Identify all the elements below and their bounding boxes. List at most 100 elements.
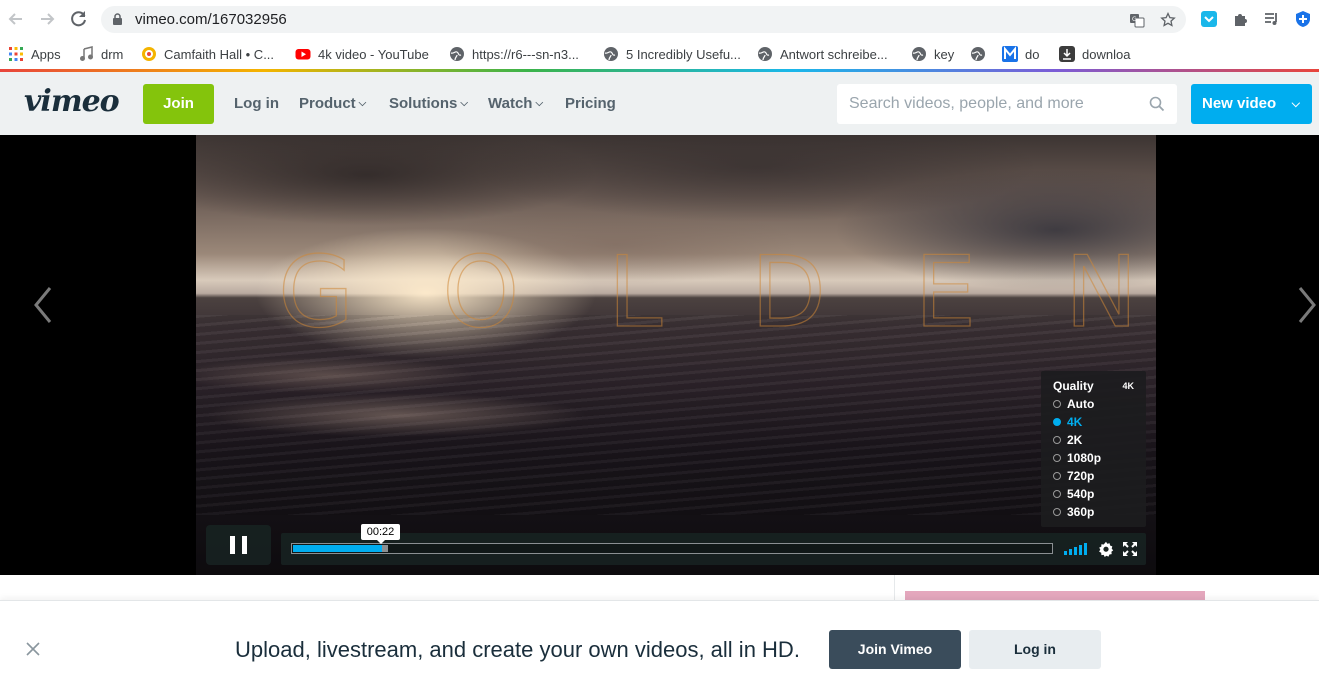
bookmark-camfaith[interactable]: Camfaith Hall • C... xyxy=(141,45,274,63)
banner-login-button[interactable]: Log in xyxy=(969,630,1101,669)
radio-dot xyxy=(1053,436,1061,444)
nav-pricing-link[interactable]: Pricing xyxy=(565,95,616,112)
quality-option-label: 720p xyxy=(1067,469,1095,483)
chevron-down-icon: ⌵ xyxy=(535,98,544,109)
column-divider xyxy=(894,575,895,603)
quality-option-720p[interactable]: 720p xyxy=(1053,468,1094,484)
bookmark-label: https://r6---sn-n3... xyxy=(472,46,579,62)
quality-option-label: 360p xyxy=(1067,505,1095,519)
bookmark-download[interactable]: downloa xyxy=(1059,45,1130,63)
bookmark-antwort[interactable]: Antwort schreibe... xyxy=(757,45,888,63)
nav-label: Solutions xyxy=(389,95,458,112)
progress-played xyxy=(293,545,382,552)
bookmark-youtube[interactable]: 4k video - YouTube xyxy=(295,45,429,63)
close-icon[interactable] xyxy=(25,641,41,657)
extensions-puzzle-icon[interactable] xyxy=(1232,10,1250,28)
forward-arrow-icon[interactable] xyxy=(36,8,58,30)
quality-option-label: 1080p xyxy=(1067,451,1102,465)
settings-gear-icon[interactable] xyxy=(1098,541,1114,557)
next-video-arrow-icon[interactable] xyxy=(1292,280,1319,330)
join-vimeo-button[interactable]: Join Vimeo xyxy=(829,630,961,669)
chevron-down-icon: ⌵ xyxy=(358,98,367,109)
browser-toolbar: vimeo.com/167032956 G xyxy=(0,0,1319,38)
join-button[interactable]: Join xyxy=(143,84,214,124)
nav-watch-menu[interactable]: Watch ⌵ xyxy=(488,95,543,112)
bookmark-label: Camfaith Hall • C... xyxy=(164,46,275,62)
bookmark-do[interactable]: do xyxy=(1002,45,1039,63)
camfaith-logo-icon xyxy=(142,47,156,61)
quality-option-360p[interactable]: 360p xyxy=(1053,504,1094,520)
chevron-down-icon: ⌵ xyxy=(460,98,468,109)
translate-icon[interactable]: G xyxy=(1129,12,1145,28)
m-logo-icon xyxy=(1002,46,1018,62)
bookmark-r6[interactable]: https://r6---sn-n3... xyxy=(449,45,579,63)
bookmark-label: Apps xyxy=(31,46,61,62)
bookmark-label: do xyxy=(1025,46,1040,62)
banner-message: Upload, livestream, and create your own … xyxy=(235,637,800,662)
globe-icon xyxy=(912,47,926,61)
nav-label: Watch xyxy=(488,95,533,112)
quality-option-2k[interactable]: 2K xyxy=(1053,432,1082,448)
title-letter: G xyxy=(277,236,354,350)
bookmark-key[interactable]: key xyxy=(911,45,954,63)
reload-icon[interactable] xyxy=(68,8,90,30)
star-bookmark-icon[interactable] xyxy=(1160,12,1176,28)
globe-icon xyxy=(758,47,772,61)
globe-icon xyxy=(450,47,464,61)
bookmark-unlabeled[interactable] xyxy=(970,45,993,63)
fullscreen-icon[interactable] xyxy=(1122,541,1138,557)
nav-solutions-menu[interactable]: Solutions ⌵ xyxy=(389,95,468,112)
search-input[interactable] xyxy=(837,84,1137,124)
quality-option-label: 4K xyxy=(1067,415,1083,429)
nav-login-link[interactable]: Log in xyxy=(234,95,279,112)
title-overlay: G O L D E N xyxy=(277,236,1139,350)
bookmark-label: drm xyxy=(101,46,124,62)
video-frame[interactable]: G O L D E N xyxy=(196,135,1156,575)
pocket-extension-icon[interactable] xyxy=(1200,10,1218,28)
music-note-icon xyxy=(80,46,93,61)
title-letter: E xyxy=(914,236,977,350)
youtube-icon xyxy=(295,49,311,60)
radio-dot xyxy=(1053,454,1061,462)
quality-option-540p[interactable]: 540p xyxy=(1053,486,1094,502)
vimeo-logo[interactable]: vimeo xyxy=(24,84,120,119)
new-video-button[interactable]: New video ⌵ xyxy=(1191,84,1312,124)
bookmark-label: 5 Incredibly Usefu... xyxy=(626,46,741,62)
bookmark-drm[interactable]: drm xyxy=(78,45,123,63)
quality-option-4k[interactable]: 4K xyxy=(1053,414,1082,430)
control-bar xyxy=(281,533,1146,565)
title-letter: D xyxy=(750,236,827,350)
nav-product-menu[interactable]: Product ⌵ xyxy=(299,95,366,112)
new-video-label: New video xyxy=(1202,95,1277,112)
bookmark-apps[interactable]: Apps xyxy=(8,45,61,63)
bookmark-label: key xyxy=(934,46,955,62)
search-icon[interactable] xyxy=(1149,96,1165,112)
media-queue-icon[interactable] xyxy=(1263,10,1281,28)
bookmark-label: 4k video - YouTube xyxy=(318,46,429,62)
progress-bar[interactable] xyxy=(291,543,1053,554)
pause-icon xyxy=(242,536,247,554)
quality-option-1080p[interactable]: 1080p xyxy=(1053,450,1101,466)
chevron-down-icon: ⌵ xyxy=(1291,98,1300,110)
bookmarks-bar: Apps drm Camfaith Hall • C... 4k video -… xyxy=(0,38,1319,69)
globe-icon xyxy=(971,47,985,61)
volume-icon[interactable] xyxy=(1064,543,1088,555)
title-letter: O xyxy=(442,236,520,350)
site-header: vimeo Join Log in Product ⌵ Solutions ⌵ Wa… xyxy=(0,72,1319,135)
radio-dot xyxy=(1053,472,1061,480)
bookmark-incredibly-useful[interactable]: 5 Incredibly Usefu... xyxy=(603,45,741,63)
url-text: vimeo.com/167032956 xyxy=(135,11,287,28)
quality-option-auto[interactable]: Auto xyxy=(1053,396,1094,412)
nav-label: Pricing xyxy=(565,95,616,112)
pause-button[interactable] xyxy=(206,525,271,565)
globe-icon xyxy=(604,47,618,61)
back-arrow-icon[interactable] xyxy=(5,8,27,30)
previous-video-arrow-icon[interactable] xyxy=(28,280,58,330)
address-bar[interactable]: vimeo.com/167032956 G xyxy=(101,6,1186,33)
title-letter: N xyxy=(1064,236,1139,350)
apps-grid-icon xyxy=(9,47,23,61)
radio-dot xyxy=(1053,490,1061,498)
shield-plus-icon[interactable] xyxy=(1294,10,1312,28)
download-app-icon xyxy=(1059,46,1075,62)
progress-playhead[interactable] xyxy=(382,545,388,552)
